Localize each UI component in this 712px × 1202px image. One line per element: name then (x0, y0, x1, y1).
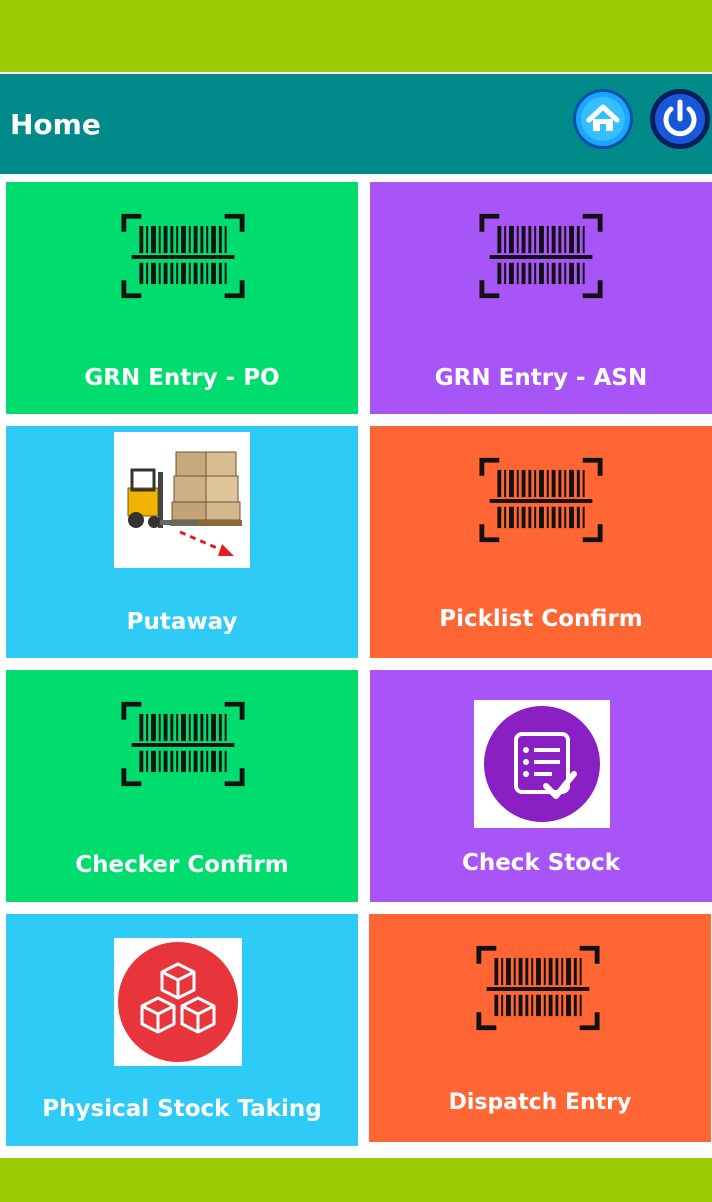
tile-label: GRN Entry - ASN (434, 365, 648, 391)
power-button[interactable] (649, 88, 711, 150)
bottom-bar (0, 1158, 712, 1202)
tile-check-stock[interactable]: Check Stock (370, 670, 712, 902)
stacked-boxes-icon (118, 942, 238, 1062)
tile-label: Dispatch Entry (448, 1090, 632, 1115)
tile-checker-confirm[interactable]: Checker Confirm (6, 670, 358, 902)
tile-picklist-confirm[interactable]: Picklist Confirm (370, 426, 712, 658)
tile-physical-stock-taking[interactable]: Physical Stock Taking (6, 914, 358, 1146)
power-icon (650, 89, 710, 149)
barcode-scan-icon (120, 700, 246, 788)
checklist-icon (484, 706, 600, 822)
tile-putaway[interactable]: Putaway (6, 426, 358, 658)
barcode-scan-icon (478, 212, 604, 300)
tile-label: Check Stock (461, 850, 621, 876)
tile-label: Physical Stock Taking (42, 1096, 322, 1122)
home-button[interactable] (572, 88, 634, 150)
tile-label: Putaway (126, 609, 238, 635)
page-title: Home (10, 108, 101, 141)
tile-label: Picklist Confirm (439, 606, 643, 632)
tile-dispatch-entry[interactable]: Dispatch Entry (369, 914, 711, 1142)
tile-grn-entry-asn[interactable]: GRN Entry - ASN (370, 182, 712, 414)
tile-label: Checker Confirm (75, 852, 289, 878)
tile-grn-entry-po[interactable]: GRN Entry - PO (6, 182, 358, 414)
forklift-pallet-icon (127, 451, 242, 556)
top-status-bar (0, 0, 712, 72)
barcode-scan-icon (120, 212, 246, 300)
home-icon (573, 89, 633, 149)
barcode-scan-icon (475, 944, 601, 1032)
barcode-scan-icon (478, 456, 604, 544)
tile-label: GRN Entry - PO (84, 365, 280, 391)
